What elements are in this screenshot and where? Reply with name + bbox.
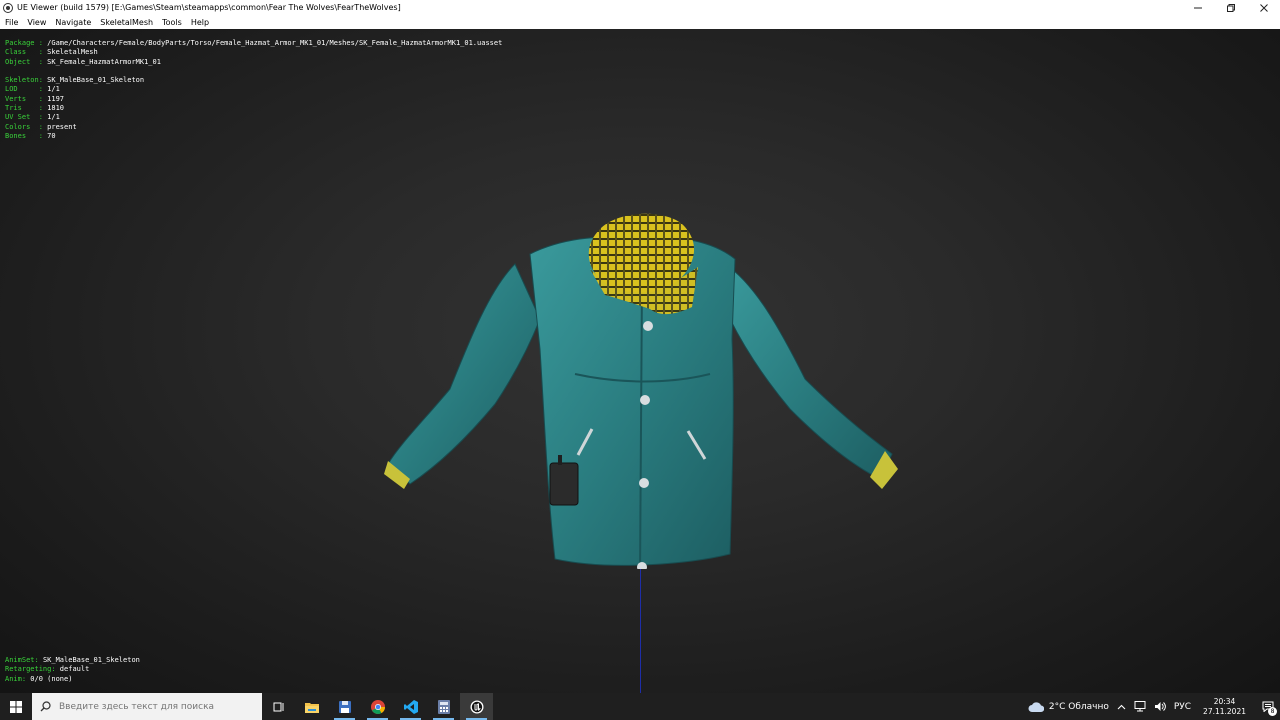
menu-tools[interactable]: Tools (162, 18, 182, 27)
vertical-axis-line (640, 569, 641, 693)
calculator-button[interactable] (427, 693, 460, 720)
info-colors: Colors : present (5, 122, 77, 131)
info-class: Class : SkeletalMesh (5, 48, 98, 57)
info-verts: Verts : 1197 (5, 94, 65, 103)
minimize-button[interactable] (1181, 0, 1214, 15)
tray-overflow-button[interactable] (1117, 704, 1126, 710)
info-object: Object : SK_Female_HazmatArmorMK1_01 (5, 57, 161, 66)
clock[interactable]: 20:34 27.11.2021 (1203, 697, 1246, 717)
window-controls (1181, 0, 1280, 15)
minimize-icon (1193, 7, 1202, 8)
window-title: UE Viewer (build 1579) [E:\Games\Steam\s… (17, 3, 401, 12)
3d-viewport[interactable]: Package : /Game/Characters/Female/BodyPa… (0, 29, 1280, 693)
speaker-icon (1154, 702, 1166, 711)
menu-file[interactable]: File (5, 18, 18, 27)
restore-icon (1226, 3, 1235, 12)
network-icon (1134, 701, 1146, 712)
unreal-icon (470, 700, 483, 713)
menu-help[interactable]: Help (191, 18, 209, 27)
weather-widget[interactable]: 2°C Облачно (1028, 701, 1109, 712)
menu-skeletalmesh[interactable]: SkeletalMesh (100, 18, 153, 27)
search-icon (40, 701, 51, 712)
file-explorer-icon (304, 702, 319, 713)
anim-info-panel: AnimSet: SK_MaleBase_01_Skeleton Retarge… (5, 656, 140, 684)
task-view-button[interactable] (262, 693, 295, 720)
chevron-up-icon (1117, 704, 1126, 709)
unreal-viewer-button[interactable] (460, 693, 493, 720)
title-bar: UE Viewer (build 1579) [E:\Games\Steam\s… (0, 0, 1280, 15)
file-explorer-button[interactable] (295, 693, 328, 720)
weather-text: 2°C Облачно (1048, 701, 1109, 712)
network-button[interactable] (1134, 701, 1146, 712)
info-package: Package : /Game/Characters/Female/BodyPa… (5, 39, 503, 47)
info-anim: Anim: 0/0 (none) (5, 674, 73, 683)
info-retargeting: Retargeting: default (5, 665, 90, 674)
info-uvset: UV Set : 1/1 (5, 113, 60, 122)
menu-navigate[interactable]: Navigate (55, 18, 91, 27)
save-disk-icon (338, 700, 351, 713)
cloud-icon (1028, 702, 1044, 712)
info-skeleton: Skeleton: SK_MaleBase_01_Skeleton (5, 76, 145, 85)
info-lod: LOD : 1/1 (5, 85, 60, 94)
close-button[interactable] (1247, 0, 1280, 15)
close-icon (1259, 3, 1268, 12)
chrome-icon (370, 699, 385, 714)
start-button[interactable] (0, 693, 32, 720)
calculator-icon (437, 699, 450, 714)
windows-logo-icon (10, 700, 22, 713)
volume-button[interactable] (1154, 701, 1166, 712)
menu-view[interactable]: View (27, 18, 46, 27)
ue-viewer-app-icon[interactable] (3, 2, 13, 13)
windows-taskbar: 2°C Облачно РУС 20:34 27.11.2021 8 (0, 693, 1280, 720)
action-center-button[interactable]: 8 (1256, 693, 1280, 720)
info-bones: Bones : 70 (5, 131, 56, 140)
info-tris: Tris : 1810 (5, 104, 65, 113)
taskbar-search[interactable] (32, 693, 262, 720)
notification-count-badge: 8 (1268, 707, 1277, 716)
menu-bar: File View Navigate SkeletalMesh Tools He… (0, 15, 1280, 29)
vscode-button[interactable] (394, 693, 427, 720)
clock-time: 20:34 (1213, 696, 1236, 706)
vscode-icon (403, 699, 418, 714)
system-tray: 2°C Облачно РУС 20:34 27.11.2021 8 (1028, 693, 1280, 720)
jacket-mesh-model (384, 213, 898, 569)
search-input[interactable] (59, 701, 249, 712)
restore-button[interactable] (1214, 0, 1247, 15)
save-disk-button[interactable] (328, 693, 361, 720)
chrome-button[interactable] (361, 693, 394, 720)
clock-date: 27.11.2021 (1203, 706, 1246, 716)
task-view-icon (273, 702, 283, 711)
language-indicator[interactable]: РУС (1174, 702, 1191, 712)
info-animset: AnimSet: SK_MaleBase_01_Skeleton (5, 656, 140, 664)
mesh-info-panel: Package : /Game/Characters/Female/BodyPa… (5, 39, 502, 141)
